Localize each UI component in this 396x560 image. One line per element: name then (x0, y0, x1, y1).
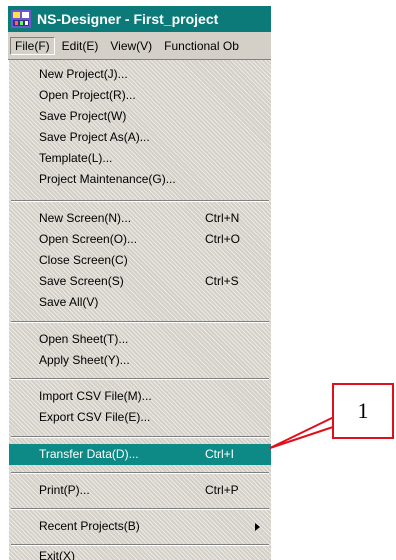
menu-item-label: Template(L)... (39, 151, 113, 165)
menu-item-label: New Project(J)... (39, 67, 128, 81)
menu-item-label: Project Maintenance(G)... (39, 172, 176, 186)
window-title: NS-Designer - First_project (37, 11, 219, 27)
menu-item-label: Apply Sheet(Y)... (39, 353, 130, 367)
menu-item-recent-projects[interactable]: Recent Projects(B) (9, 516, 271, 537)
menu-item-shortcut: Ctrl+P (205, 483, 239, 497)
menu-bar: File(F) Edit(E) View(V) Functional Ob (8, 32, 271, 60)
menu-item-save-all[interactable]: Save All(V) (9, 292, 271, 313)
callout-number: 1 (357, 398, 369, 423)
menu-item-label: Save Screen(S) (39, 274, 124, 288)
menu-item-shortcut: Ctrl+O (205, 232, 241, 246)
menu-item-save-project-as[interactable]: Save Project As(A)... (9, 127, 271, 148)
menu-item-new-project[interactable]: New Project(J)... (9, 64, 271, 85)
title-bar: NS-Designer - First_project (8, 6, 271, 32)
menu-item-label: Save Project(W) (39, 109, 127, 123)
menu-item-print[interactable]: Print(P)... Ctrl+P (9, 480, 271, 501)
menu-item-project-maintenance[interactable]: Project Maintenance(G)... (9, 169, 271, 190)
menu-item-open-sheet[interactable]: Open Sheet(T)... (9, 329, 271, 350)
app-icon (11, 10, 31, 28)
menu-item-label: Recent Projects(B) (39, 519, 140, 533)
app-window: NS-Designer - First_project File(F) Edit… (8, 6, 271, 560)
menu-item-save-project[interactable]: Save Project(W) (9, 106, 271, 127)
menu-item-label: Export CSV File(E)... (39, 410, 151, 424)
menu-item-shortcut: Ctrl+N (205, 211, 240, 225)
menu-item-save-screen[interactable]: Save Screen(S) Ctrl+S (9, 271, 271, 292)
menu-separator (11, 472, 269, 474)
menu-item-template[interactable]: Template(L)... (9, 148, 271, 169)
callout-label-box: 1 (332, 383, 394, 439)
menu-item-label: Open Project(R)... (39, 88, 136, 102)
menu-separator (11, 378, 269, 380)
menu-item-shortcut: Ctrl+S (205, 274, 239, 288)
menu-edit[interactable]: Edit(E) (57, 37, 104, 55)
menu-separator (11, 508, 269, 510)
menu-file[interactable]: File(F) (10, 36, 55, 55)
menu-item-label: Close Screen(C) (39, 253, 128, 267)
menu-item-transfer-data[interactable]: Transfer Data(D)... Ctrl+I (9, 444, 271, 465)
menu-item-open-project[interactable]: Open Project(R)... (9, 85, 271, 106)
menu-item-label: Transfer Data(D)... (39, 447, 139, 461)
menu-item-label: Exit(X) (39, 549, 75, 560)
menu-item-label: New Screen(N)... (39, 211, 132, 225)
menu-item-export-csv[interactable]: Export CSV File(E)... (9, 407, 271, 428)
menu-separator (11, 321, 269, 323)
menu-item-label: Open Sheet(T)... (39, 332, 129, 346)
submenu-arrow-icon (255, 523, 260, 531)
menu-item-label: Save Project As(A)... (39, 130, 150, 144)
callout-pointer-arrow (269, 414, 337, 449)
menu-item-label: Print(P)... (39, 483, 90, 497)
menu-item-exit[interactable]: Exit(X) (9, 546, 271, 560)
menu-functional-objects[interactable]: Functional Ob (159, 37, 244, 55)
menu-item-import-csv[interactable]: Import CSV File(M)... (9, 386, 271, 407)
menu-item-label: Import CSV File(M)... (39, 389, 152, 403)
menu-separator (11, 436, 269, 438)
menu-separator (11, 200, 269, 202)
menu-item-shortcut: Ctrl+I (205, 447, 235, 461)
menu-item-label: Save All(V) (39, 295, 99, 309)
menu-item-new-screen[interactable]: New Screen(N)... Ctrl+N (9, 208, 271, 229)
menu-item-close-screen[interactable]: Close Screen(C) (9, 250, 271, 271)
menu-item-apply-sheet[interactable]: Apply Sheet(Y)... (9, 350, 271, 371)
menu-view[interactable]: View(V) (105, 37, 157, 55)
menu-item-label: Open Screen(O)... (39, 232, 138, 246)
menu-item-open-screen[interactable]: Open Screen(O)... Ctrl+O (9, 229, 271, 250)
file-menu-dropdown: New Project(J)... Open Project(R)... Sav… (8, 60, 271, 560)
